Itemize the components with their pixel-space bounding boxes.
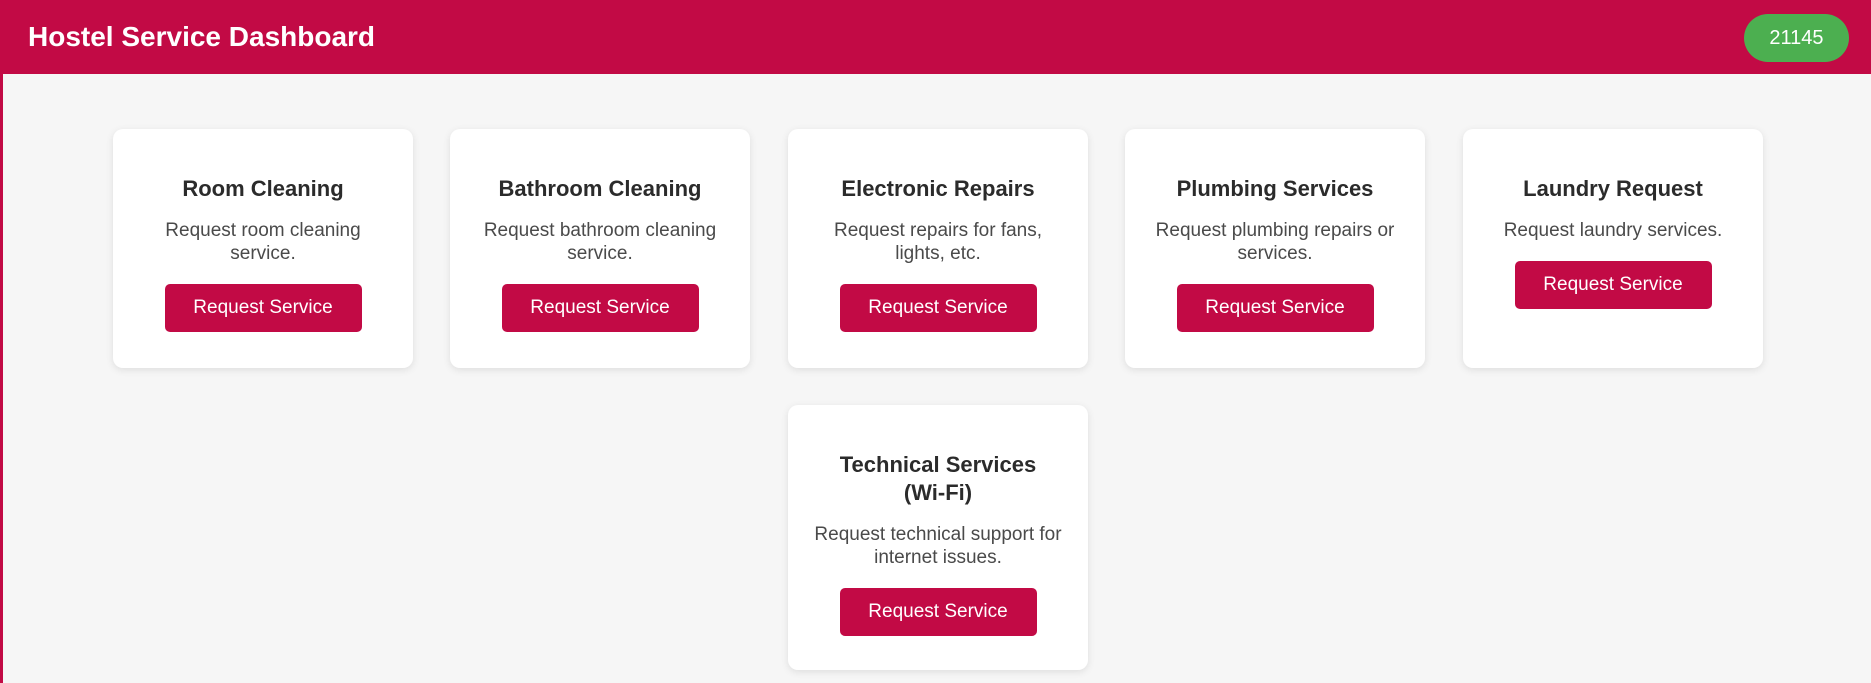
service-card-title: Technical Services (Wi-Fi) xyxy=(839,452,1037,505)
service-card-electronic-repairs: Electronic Repairs Request repairs for f… xyxy=(788,129,1088,368)
service-card-laundry-request: Laundry Request Request laundry services… xyxy=(1463,129,1763,368)
service-card-plumbing-services: Plumbing Services Request plumbing repai… xyxy=(1125,129,1425,368)
service-card-title: Laundry Request xyxy=(1523,176,1703,201)
service-card-title: Plumbing Services xyxy=(1176,176,1374,201)
service-card-description: Request laundry services. xyxy=(1503,220,1723,241)
request-room-cleaning-button[interactable]: Request Service xyxy=(164,284,362,332)
request-electronic-repairs-button[interactable]: Request Service xyxy=(839,284,1037,332)
request-bathroom-cleaning-button[interactable]: Request Service xyxy=(501,284,699,332)
service-card-description: Request plumbing repairs or services. xyxy=(1155,220,1395,264)
service-card-title: Room Cleaning xyxy=(182,176,344,201)
service-card-room-cleaning: Room Cleaning Request room cleaning serv… xyxy=(113,129,413,368)
service-card-technical-services: Technical Services (Wi-Fi) Request techn… xyxy=(788,405,1088,670)
service-card-description: Request room cleaning service. xyxy=(165,220,361,264)
request-plumbing-services-button[interactable]: Request Service xyxy=(1176,284,1374,332)
service-card-description: Request technical support for internet i… xyxy=(814,524,1062,568)
request-laundry-button[interactable]: Request Service xyxy=(1514,261,1712,309)
request-technical-services-button[interactable]: Request Service xyxy=(839,588,1037,636)
service-card-bathroom-cleaning: Bathroom Cleaning Request bathroom clean… xyxy=(450,129,750,368)
service-card-description: Request repairs for fans, lights, etc. xyxy=(833,220,1043,264)
service-card-title: Electronic Repairs xyxy=(841,176,1035,201)
service-card-title: Bathroom Cleaning xyxy=(498,176,702,201)
service-card-description: Request bathroom cleaning service. xyxy=(483,220,717,264)
service-grid: Room Cleaning Request room cleaning serv… xyxy=(3,0,1871,683)
